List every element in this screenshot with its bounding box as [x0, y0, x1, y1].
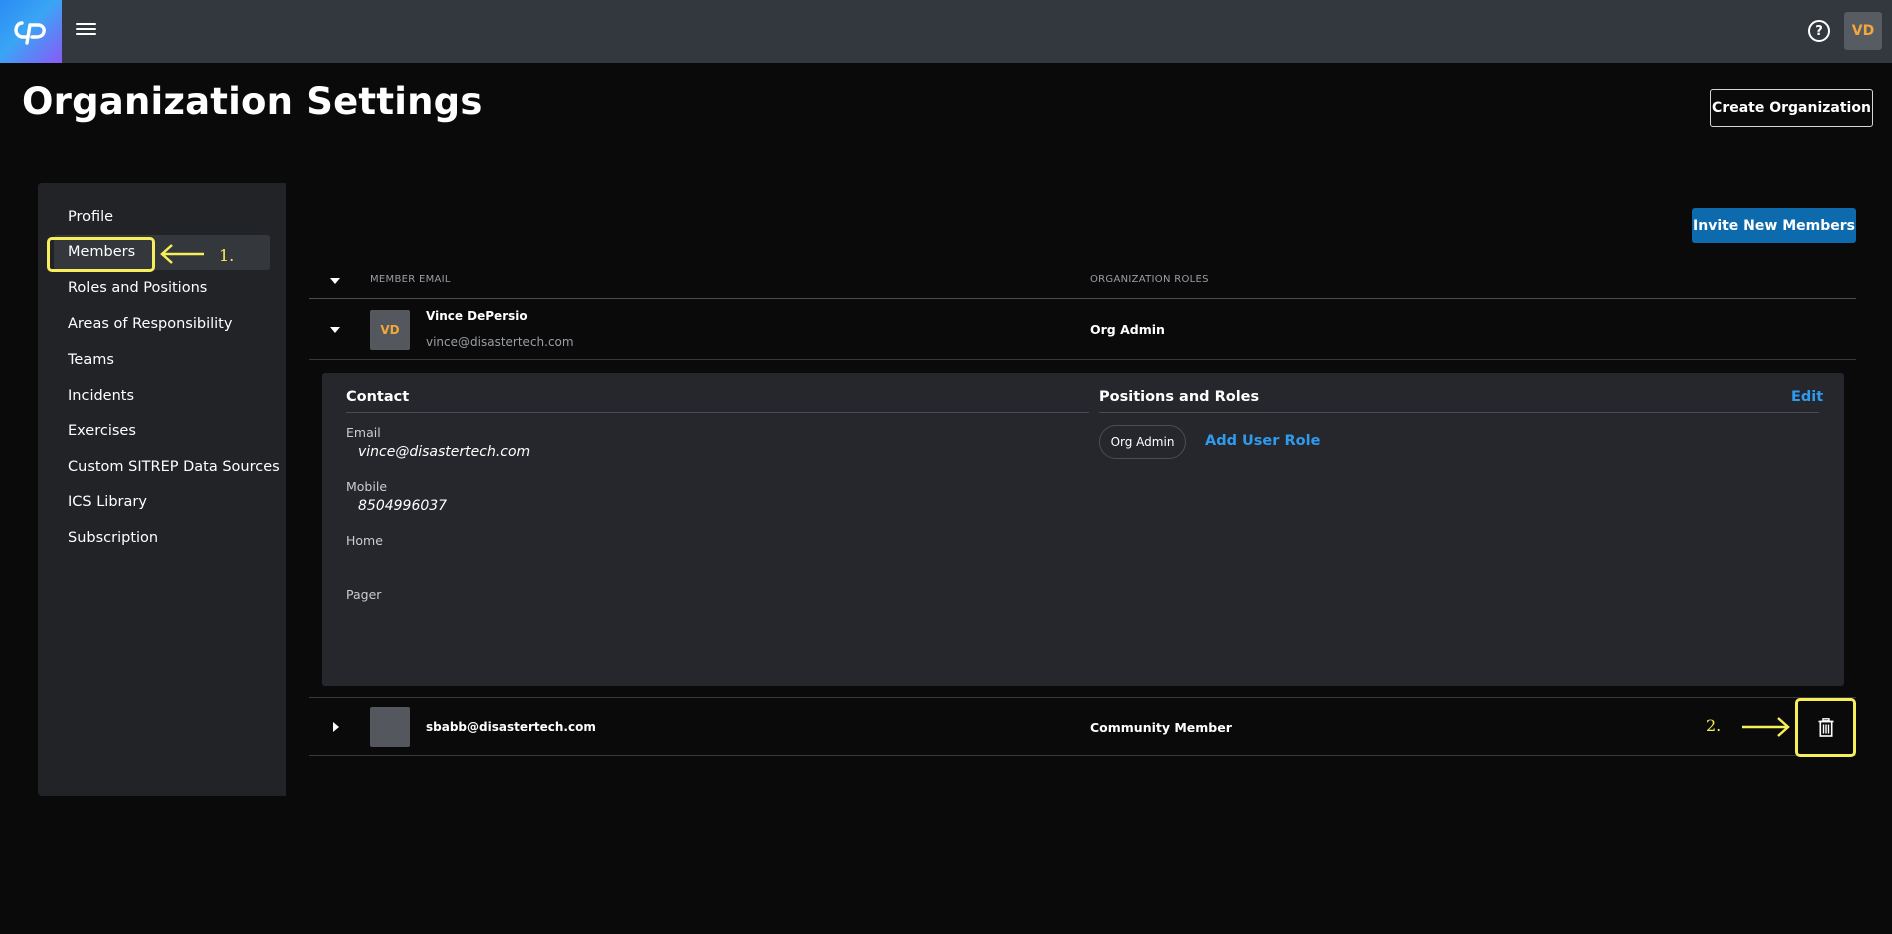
app-logo[interactable]	[0, 0, 62, 63]
delete-member-button[interactable]	[1795, 698, 1856, 757]
role-chip-org-admin: Org Admin	[1099, 425, 1186, 459]
sidebar-item-profile[interactable]: Profile	[68, 209, 113, 225]
member-role: Community Member	[1090, 720, 1232, 735]
sidebar-item-teams[interactable]: Teams	[68, 352, 114, 368]
sidebar-item-subscription[interactable]: Subscription	[68, 530, 158, 546]
sidebar-item-areas-of-responsibility[interactable]: Areas of Responsibility	[68, 316, 232, 332]
positions-and-roles-heading: Positions and Roles	[1099, 389, 1260, 405]
email-label: Email	[346, 425, 381, 440]
invite-new-members-button[interactable]: Invite New Members	[1692, 208, 1856, 243]
table-row[interactable]: sbabb@disastertech.com Community Member	[309, 697, 1856, 756]
collapse-row-caret-icon[interactable]	[330, 327, 340, 333]
member-avatar	[370, 707, 410, 747]
member-detail-panel: Contact Email vince@disastertech.com Mob…	[322, 373, 1844, 686]
edit-roles-link[interactable]: Edit	[1791, 389, 1823, 405]
column-organization-roles: ORGANIZATION ROLES	[1090, 274, 1209, 285]
hamburger-menu-icon[interactable]	[76, 20, 96, 40]
email-value: vince@disastertech.com	[358, 444, 531, 460]
top-bar: ? VD	[0, 0, 1892, 63]
collapse-all-caret-icon[interactable]	[330, 278, 340, 284]
mobile-value: 8504996037	[358, 498, 448, 514]
contact-heading: Contact	[346, 389, 410, 405]
member-avatar: VD	[370, 310, 410, 350]
page-title: Organization Settings	[22, 80, 483, 123]
contact-divider	[346, 412, 1089, 413]
logo-icon	[14, 20, 46, 45]
table-row[interactable]: VD Vince DePersio vince@disastertech.com…	[309, 300, 1856, 360]
sidebar-item-roles-and-positions[interactable]: Roles and Positions	[68, 280, 207, 296]
annotation-highlight-members	[47, 237, 155, 272]
mobile-label: Mobile	[346, 479, 388, 494]
sidebar-item-ics-library[interactable]: ICS Library	[68, 494, 147, 510]
sidebar-item-exercises[interactable]: Exercises	[68, 423, 136, 439]
add-user-role-link[interactable]: Add User Role	[1205, 433, 1320, 449]
positions-divider	[1099, 412, 1819, 413]
settings-sidebar: Profile Members Roles and Positions Area…	[38, 183, 286, 796]
annotation-step-2: 2.	[1706, 716, 1722, 735]
pager-label: Pager	[346, 587, 382, 602]
create-organization-button[interactable]: Create Organization	[1710, 89, 1873, 127]
member-email: vince@disastertech.com	[426, 335, 574, 349]
column-member-email: MEMBER EMAIL	[370, 274, 451, 285]
annotation-arrow-left-icon	[160, 244, 204, 264]
annotation-arrow-right-icon	[1742, 717, 1790, 737]
home-label: Home	[346, 533, 383, 548]
member-name: sbabb@disastertech.com	[426, 720, 596, 734]
user-avatar[interactable]: VD	[1844, 12, 1882, 50]
expand-row-caret-icon[interactable]	[333, 722, 339, 732]
annotation-step-1: 1.	[219, 246, 235, 265]
member-name: Vince DePersio	[426, 309, 528, 323]
sidebar-item-incidents[interactable]: Incidents	[68, 388, 134, 404]
trash-icon	[1818, 718, 1833, 737]
sidebar-item-custom-sitrep-data-sources[interactable]: Custom SITREP Data Sources	[68, 459, 280, 475]
member-role: Org Admin	[1090, 322, 1165, 337]
members-table-header: MEMBER EMAIL ORGANIZATION ROLES	[309, 270, 1856, 299]
help-icon[interactable]: ?	[1808, 20, 1830, 42]
